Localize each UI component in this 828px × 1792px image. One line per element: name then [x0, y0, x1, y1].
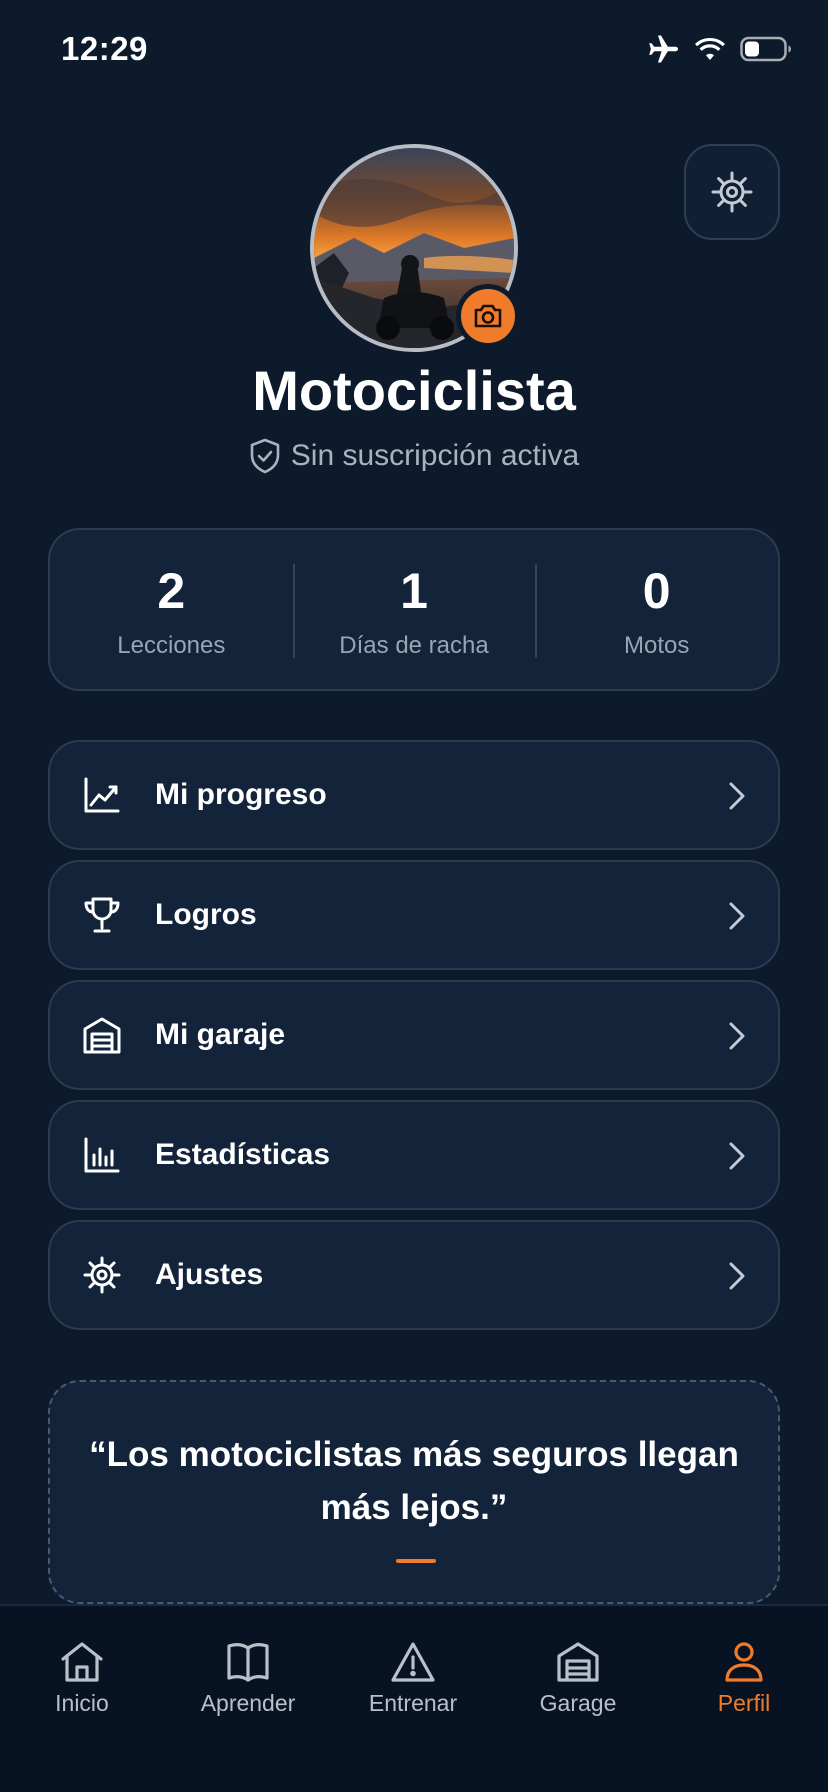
tab-train[interactable]: Entrenar [338, 1640, 488, 1717]
tab-bar: Inicio Aprender Entrenar Garage Perfil [0, 1604, 828, 1792]
menu-label: Ajustes [155, 1258, 264, 1291]
stat-label: Motos [624, 632, 690, 659]
chevron-right-icon [729, 1142, 745, 1170]
chevron-right-icon [729, 782, 745, 810]
wifi-icon [695, 38, 725, 60]
menu-label: Mi garaje [155, 1018, 286, 1051]
stat-label: Días de racha [339, 632, 489, 659]
tab-profile[interactable]: Perfil [669, 1640, 819, 1717]
menu-label: Logros [155, 898, 257, 931]
chevron-right-icon [729, 902, 745, 930]
trophy-icon [84, 897, 120, 933]
avatar-container [310, 144, 520, 352]
camera-icon [474, 304, 502, 328]
stat-streak: 1 Días de racha [292, 530, 536, 689]
tab-home[interactable]: Inicio [7, 1640, 157, 1717]
shield-check-icon [250, 438, 280, 474]
change-photo-button[interactable] [456, 284, 520, 348]
menu-item-progress[interactable]: Mi progreso [48, 740, 780, 850]
stat-value: 1 [400, 563, 428, 619]
tab-label: Entrenar [368, 1690, 458, 1716]
stat-motos: 0 Motos [535, 530, 778, 689]
chevron-right-icon [729, 1022, 745, 1050]
tab-learn[interactable]: Aprender [173, 1640, 323, 1717]
book-icon [227, 1643, 269, 1682]
subscription-label: Sin suscripción activa [290, 439, 580, 472]
menu-label: Estadísticas [155, 1138, 331, 1171]
menu-item-garage[interactable]: Mi garaje [48, 980, 780, 1090]
battery-icon [740, 36, 791, 62]
stat-value: 2 [157, 563, 186, 619]
tab-label: Perfil [717, 1690, 771, 1716]
stat-label: Lecciones [117, 632, 226, 659]
stats-card: 2 Lecciones 1 Días de racha 0 Motos [48, 528, 780, 691]
gear-icon [83, 1256, 121, 1294]
garage-icon [83, 1017, 121, 1054]
garage-icon [557, 1642, 599, 1682]
quote-card: “Los motociclistas más seguros llegan má… [48, 1380, 780, 1604]
stat-value: 0 [642, 563, 671, 619]
menu-item-achievements[interactable]: Logros [48, 860, 780, 970]
tab-label: Aprender [200, 1690, 296, 1716]
menu-item-statistics[interactable]: Estadísticas [48, 1100, 780, 1210]
tab-label: Inicio [55, 1690, 109, 1716]
home-icon [61, 1642, 103, 1682]
status-time: 12:29 [61, 30, 148, 67]
subscription-status: Sin suscripción activa [0, 438, 828, 474]
tab-garage[interactable]: Garage [503, 1640, 653, 1717]
profile-name: Motociclista [252, 359, 576, 422]
status-icons [648, 34, 792, 64]
settings-button[interactable] [684, 144, 780, 240]
status-bar: 12:29 [0, 0, 828, 100]
menu-item-settings[interactable]: Ajustes [48, 1220, 780, 1330]
tab-label: Garage [539, 1690, 617, 1716]
quote-text: “Los motociclistas más seguros llegan má… [89, 1435, 739, 1527]
airplane-icon [649, 35, 678, 63]
chevron-right-icon [729, 1262, 745, 1290]
warning-icon [391, 1642, 435, 1682]
quote-accent-bar [396, 1559, 436, 1563]
gear-icon [711, 171, 753, 213]
user-icon [725, 1642, 763, 1682]
profile-screen: 12:29 Motociclista Sin suscripción activ… [0, 0, 828, 1792]
bar-chart-icon [84, 1137, 120, 1173]
menu-label: Mi progreso [155, 778, 327, 811]
chart-line-icon [84, 777, 120, 813]
stat-lessons: 2 Lecciones [50, 530, 293, 689]
